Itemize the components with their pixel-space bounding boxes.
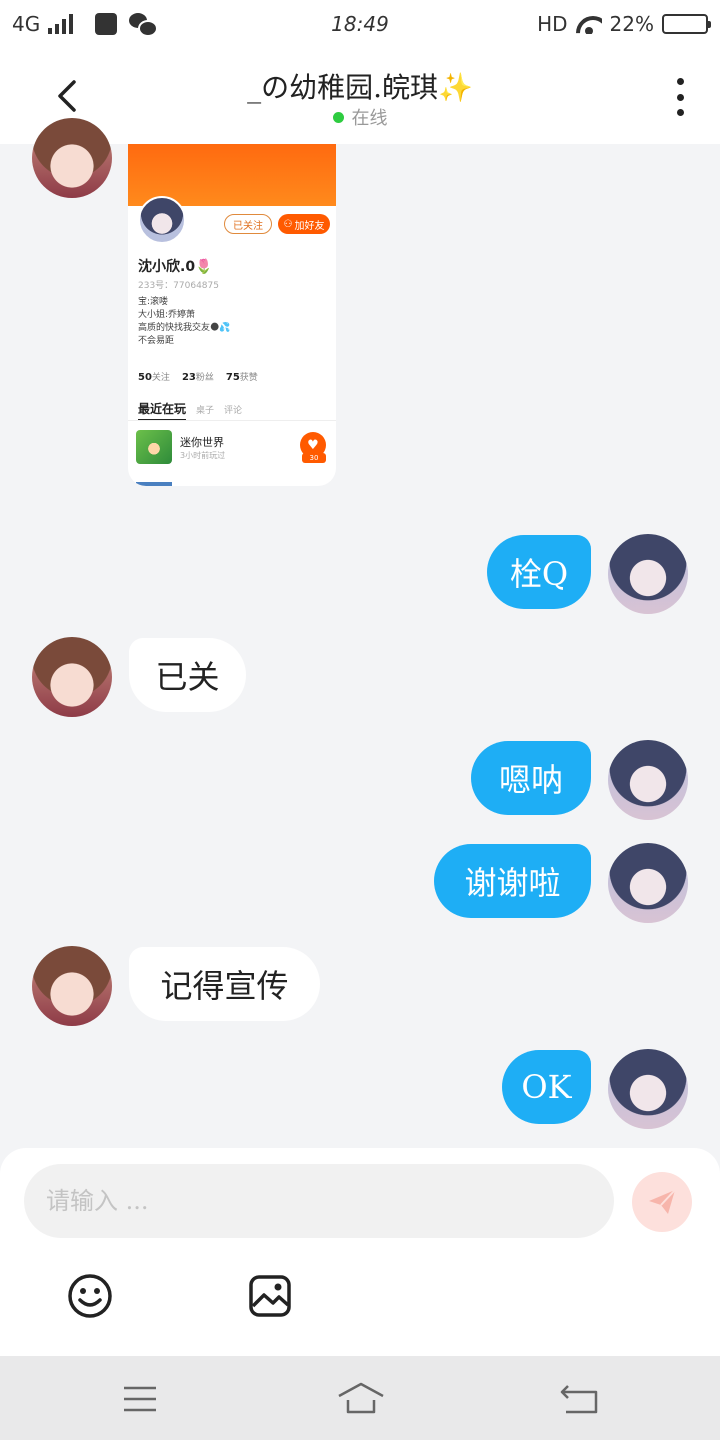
- contact-avatar[interactable]: [32, 946, 112, 1026]
- message-input[interactable]: [24, 1164, 614, 1238]
- bio-line: 宝:滚喽: [138, 297, 169, 307]
- online-dot-icon: [332, 111, 344, 123]
- bio-line: 大小姐:乔婷萧: [138, 310, 196, 320]
- stat-following: 50关注: [138, 372, 170, 383]
- battery-icon: [662, 14, 711, 34]
- stat-likes: 75获赞: [225, 372, 258, 383]
- game-last-played: 3小时前玩过: [180, 451, 226, 460]
- status-left: 4G: [12, 12, 272, 37]
- wechat-icon: [129, 13, 159, 37]
- add-friend-icon: ⚇: [283, 218, 293, 230]
- message-bubble-other[interactable]: 已关: [129, 638, 246, 712]
- follow-status-button[interactable]: 已关注: [224, 214, 272, 234]
- card-user-id: 233号：77064875: [138, 281, 219, 291]
- status-time: 18:49: [331, 12, 389, 36]
- nav-back-icon[interactable]: [558, 1382, 602, 1416]
- wifi-icon: [576, 14, 602, 34]
- hd-indicator: HD: [537, 12, 568, 36]
- send-icon: [649, 1189, 676, 1214]
- card-tabs: 最近在玩 桌子 评论: [138, 400, 242, 421]
- next-game-icon: [136, 482, 172, 486]
- more-vertical-icon[interactable]: [674, 78, 686, 116]
- game-like-count: 30: [302, 453, 326, 463]
- signal-icon: [48, 14, 74, 34]
- stat-followers: 23粉丝: [181, 372, 214, 383]
- nav-menu-icon[interactable]: [122, 1384, 158, 1414]
- bio-line: 不会易距: [138, 336, 175, 346]
- self-avatar[interactable]: [608, 843, 688, 923]
- game-name: 迷你世界: [180, 436, 224, 449]
- card-avatar: [138, 196, 186, 244]
- status-right: HD 22%: [448, 12, 711, 36]
- input-panel: [0, 1148, 720, 1356]
- self-avatar[interactable]: [608, 740, 688, 820]
- online-status: 在线: [0, 104, 720, 130]
- contact-avatar[interactable]: [32, 637, 112, 717]
- tab-tables[interactable]: 桌子: [196, 403, 214, 416]
- chat-header: _の幼稚园.皖琪✨ 在线: [0, 48, 720, 144]
- emoji-icon[interactable]: [66, 1272, 114, 1320]
- status-bar: 4G 18:49 HD 22%: [0, 0, 720, 48]
- card-stats: 50关注 23粉丝 75获赞: [138, 370, 258, 383]
- self-avatar[interactable]: [608, 534, 688, 614]
- message-bubble-self[interactable]: 栓Q: [487, 535, 591, 609]
- add-friend-button[interactable]: ⚇ 加好友: [278, 214, 330, 234]
- image-icon[interactable]: [246, 1272, 294, 1320]
- chat-title: _の幼稚园.皖琪✨: [247, 71, 473, 104]
- message-bubble-self[interactable]: OK: [502, 1050, 591, 1124]
- self-avatar[interactable]: [608, 1049, 688, 1129]
- game-icon: [136, 430, 172, 464]
- tab-recent-games[interactable]: 最近在玩: [138, 400, 187, 421]
- nav-home-icon[interactable]: [336, 1380, 386, 1416]
- message-bubble-self[interactable]: 谢谢啦: [434, 844, 591, 918]
- battery-percent: 22%: [609, 12, 654, 36]
- message-bubble-self[interactable]: 嗯呐: [471, 741, 591, 815]
- system-nav-bar: [0, 1356, 720, 1440]
- card-username: 沈小欣.0🌷: [138, 259, 213, 275]
- bio-line: 高质的快找我交友🌑💦: [138, 323, 231, 333]
- card-bio: 宝:滚喽 大小姐:乔婷萧 高质的快找我交友🌑💦 不会易距: [138, 296, 231, 348]
- send-button[interactable]: [632, 1172, 692, 1232]
- card-divider: [128, 420, 336, 421]
- tab-comments[interactable]: 评论: [224, 403, 242, 416]
- add-friend-label: 加好友: [294, 220, 325, 232]
- message-bubble-other[interactable]: 记得宣传: [129, 947, 320, 1021]
- network-type: 4G: [12, 12, 41, 36]
- shared-profile-card[interactable]: 已关注 ⚇ 加好友 沈小欣.0🌷 233号：77064875 宝:滚喽 大小姐:乔…: [128, 144, 336, 486]
- app-notification-icon: [95, 13, 118, 35]
- contact-avatar[interactable]: [32, 118, 112, 198]
- online-status-label: 在线: [351, 108, 388, 129]
